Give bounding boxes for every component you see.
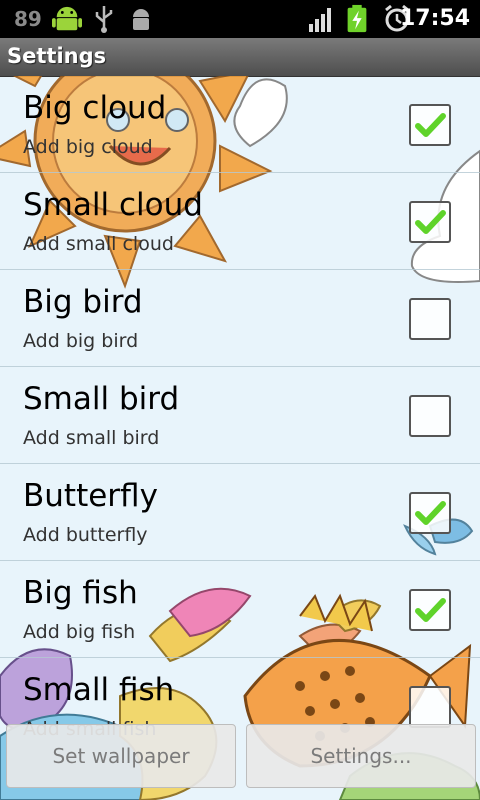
setting-summary: Add big bird <box>23 330 139 352</box>
settings-button[interactable]: Settings... <box>246 724 476 788</box>
checkbox[interactable] <box>409 104 451 146</box>
set-wallpaper-button[interactable]: Set wallpaper <box>6 724 236 788</box>
signal-icon <box>309 8 331 32</box>
checkmark-icon <box>415 113 446 137</box>
battery-percent: 89 <box>14 7 42 31</box>
debug-icon <box>133 9 149 30</box>
setting-summary: Add small cloud <box>23 233 174 255</box>
setting-row-big-cloud[interactable]: Big cloud Add big cloud <box>0 76 480 173</box>
setting-row-big-bird[interactable]: Big bird Add big bird <box>0 270 480 367</box>
android-icon <box>52 6 82 31</box>
setting-title: Butterfly <box>23 478 158 514</box>
setting-title: Small bird <box>23 381 180 417</box>
setting-row-butterfly[interactable]: Butterfly Add butterfly <box>0 464 480 561</box>
checkbox[interactable] <box>409 201 451 243</box>
checkbox[interactable] <box>409 589 451 631</box>
bottom-button-bar: Set wallpaper Settings... <box>0 724 480 800</box>
setting-summary: Add butterfly <box>23 524 148 546</box>
settings-list: Big cloud Add big cloud Small cloud Add … <box>0 76 480 740</box>
setting-summary: Add big fish <box>23 621 136 643</box>
setting-row-big-fish[interactable]: Big fish Add big fish <box>0 561 480 658</box>
setting-title: Big fish <box>23 575 138 611</box>
battery-charging-icon <box>347 4 367 33</box>
checkmark-icon <box>415 501 446 525</box>
setting-title: Big bird <box>23 284 143 320</box>
setting-title: Small cloud <box>23 187 203 223</box>
page-title: Settings <box>7 44 107 68</box>
checkbox[interactable] <box>409 298 451 340</box>
title-bar: Settings <box>0 38 480 77</box>
setting-title: Small fish <box>23 672 175 708</box>
setting-row-small-bird[interactable]: Small bird Add small bird <box>0 367 480 464</box>
clock: 17:54 <box>399 6 470 31</box>
setting-row-small-cloud[interactable]: Small cloud Add small cloud <box>0 173 480 270</box>
usb-icon <box>95 6 113 33</box>
checkbox[interactable] <box>409 686 451 728</box>
setting-title: Big cloud <box>23 90 167 126</box>
status-bar: 89 17:54 <box>0 0 480 38</box>
setting-summary: Add small bird <box>23 427 160 449</box>
setting-summary: Add big cloud <box>23 136 153 158</box>
checkbox[interactable] <box>409 492 451 534</box>
checkmark-icon <box>415 210 446 234</box>
checkbox[interactable] <box>409 395 451 437</box>
checkmark-icon <box>415 598 446 622</box>
